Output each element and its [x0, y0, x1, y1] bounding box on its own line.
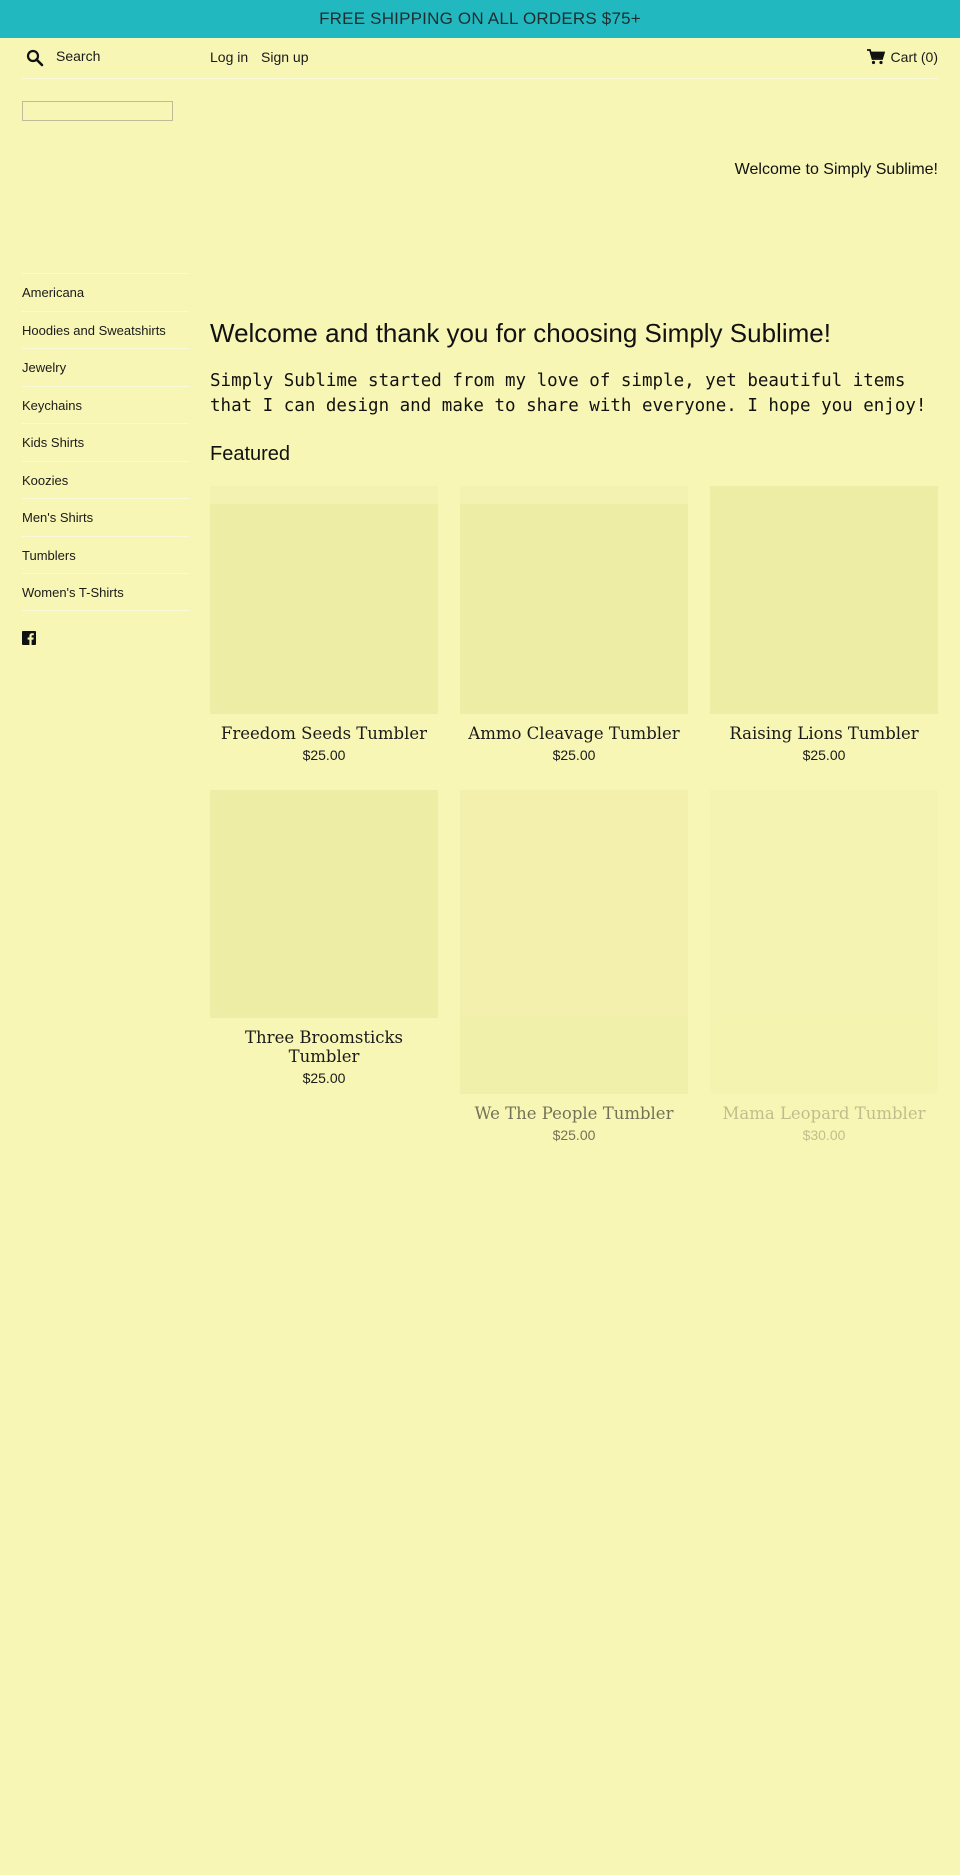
product-name[interactable]: We The People Tumbler — [460, 1104, 688, 1123]
product-price: $25.00 — [552, 747, 596, 763]
product-image[interactable] — [710, 486, 938, 714]
product-name[interactable]: Freedom Seeds Tumbler — [210, 724, 438, 743]
login-link[interactable]: Log in — [210, 49, 248, 65]
facebook-icon[interactable] — [22, 631, 36, 645]
sidebar-item-kids-shirts[interactable]: Kids Shirts — [22, 423, 189, 461]
cart-link[interactable]: Cart (0) — [866, 49, 938, 65]
sidebar-nav: Americana Hoodies and Sweatshirts Jewelr… — [22, 273, 189, 611]
sidebar-item-womens-tshirts[interactable]: Women's T-Shirts — [22, 573, 189, 611]
product-card[interactable]: Freedom Seeds Tumbler $25.00 — [210, 486, 438, 763]
search-icon[interactable] — [26, 49, 44, 67]
product-price: $25.00 — [802, 747, 846, 763]
welcome-banner: Welcome to Simply Sublime! — [734, 161, 938, 178]
sidebar-item-tumblers[interactable]: Tumblers — [22, 535, 189, 574]
product-image[interactable] — [710, 790, 938, 1094]
sidebar-item-mens-shirts[interactable]: Men's Shirts — [22, 498, 189, 536]
page-title: Welcome and thank you for choosing Simpl… — [210, 318, 831, 348]
product-image[interactable] — [210, 790, 438, 1018]
cart-label: Cart (0) — [890, 49, 938, 65]
product-image[interactable] — [210, 486, 438, 714]
search-input[interactable]: Search — [56, 48, 100, 64]
sidebar-item-jewelry[interactable]: Jewelry — [22, 348, 189, 386]
product-card[interactable]: Three Broomsticks Tumbler $25.00 — [210, 790, 438, 1086]
announcement-text: FREE SHIPPING ON ALL ORDERS $75+ — [319, 9, 641, 28]
sidebar-item-koozies[interactable]: Koozies — [22, 460, 189, 499]
product-name[interactable]: Three Broomsticks Tumbler — [210, 1028, 438, 1066]
cart-icon — [866, 49, 885, 65]
announcement-bar: FREE SHIPPING ON ALL ORDERS $75+ — [0, 0, 960, 38]
sidebar-item-americana[interactable]: Americana — [22, 273, 189, 311]
sidebar-item-keychains[interactable]: Keychains — [22, 385, 189, 424]
product-price: $25.00 — [302, 1070, 346, 1086]
signup-link[interactable]: Sign up — [261, 49, 308, 65]
product-name[interactable]: Mama Leopard Tumbler — [710, 1104, 938, 1123]
product-card[interactable]: Mama Leopard Tumbler $30.00 — [710, 790, 938, 1143]
product-name[interactable]: Raising Lions Tumbler — [710, 724, 938, 743]
product-price: $25.00 — [302, 747, 346, 763]
product-price: $30.00 — [802, 1127, 846, 1143]
sidebar-item-hoodies-sweatshirts[interactable]: Hoodies and Sweatshirts — [22, 310, 189, 349]
product-name[interactable]: Ammo Cleavage Tumbler — [460, 724, 688, 743]
intro-text: Simply Sublime started from my love of s… — [210, 371, 927, 416]
product-card[interactable]: Ammo Cleavage Tumbler $25.00 — [460, 486, 688, 763]
site-header: Search Log in Sign up Cart (0) — [22, 38, 938, 79]
product-image[interactable] — [460, 790, 688, 1094]
product-card[interactable]: Raising Lions Tumbler $25.00 — [710, 486, 938, 763]
product-card[interactable]: We The People Tumbler $25.00 — [460, 790, 688, 1143]
featured-heading: Featured — [210, 443, 291, 465]
site-logo[interactable] — [22, 101, 173, 121]
product-image[interactable] — [460, 486, 688, 714]
product-price: $25.00 — [552, 1127, 596, 1143]
